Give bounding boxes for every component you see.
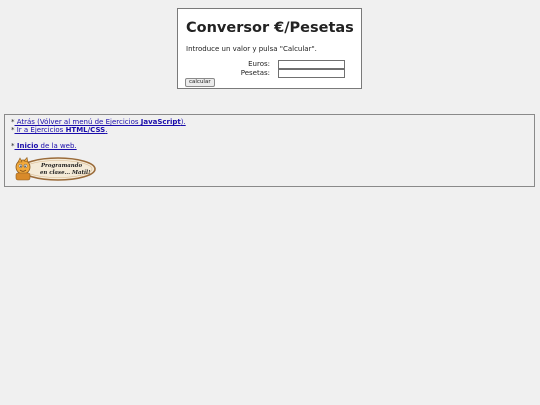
navigation-panel: * Atrás (Vólver al menú de Ejercicios Ja… [4,114,535,187]
home-link-bold: Inicio [14,142,39,150]
calculate-button[interactable]: calcular [185,78,215,87]
back-link[interactable]: Atrás (Vólver al menú de Ejercicios Java… [15,118,186,126]
euros-input[interactable] [278,60,345,69]
back-link-text: Atrás (Vólver al menú de Ejercicios [14,118,141,126]
css-link-suffix: . [105,126,108,134]
pesetas-label: Pesetas: [240,69,270,77]
pesetas-input[interactable] [278,69,345,78]
nav-item-home: * Inicio de la web. [11,142,77,150]
css-link-text: Ir a Ejercicios [14,126,66,134]
logo-line-2: en clase... Matil! [40,170,91,176]
nav-item-css: * Ir a Ejercicios HTML/CSS. [11,126,107,134]
euros-label: Euros: [248,60,270,68]
back-link-bold: JavaScript [140,118,181,126]
instructions-text: Introduce un valor y pulsa "Calcular". [186,45,317,53]
css-exercises-link[interactable]: Ir a Ejercicios HTML/CSS. [15,126,108,134]
logo-line-1: Programando [40,163,82,169]
converter-panel: Conversor €/Pesetas Introduce un valor y… [177,8,362,89]
back-link-suffix: ). [180,118,186,126]
page-title: Conversor €/Pesetas [186,20,354,36]
programando-logo[interactable]: Programando en clase... Matil! [10,156,97,182]
css-link-bold: HTML/CSS [65,126,106,134]
home-link[interactable]: Inicio de la web. [15,142,77,150]
home-link-suffix: de la web. [38,142,77,150]
nav-item-back: * Atrás (Vólver al menú de Ejercicios Ja… [11,118,186,126]
mascot-icon [15,156,31,181]
